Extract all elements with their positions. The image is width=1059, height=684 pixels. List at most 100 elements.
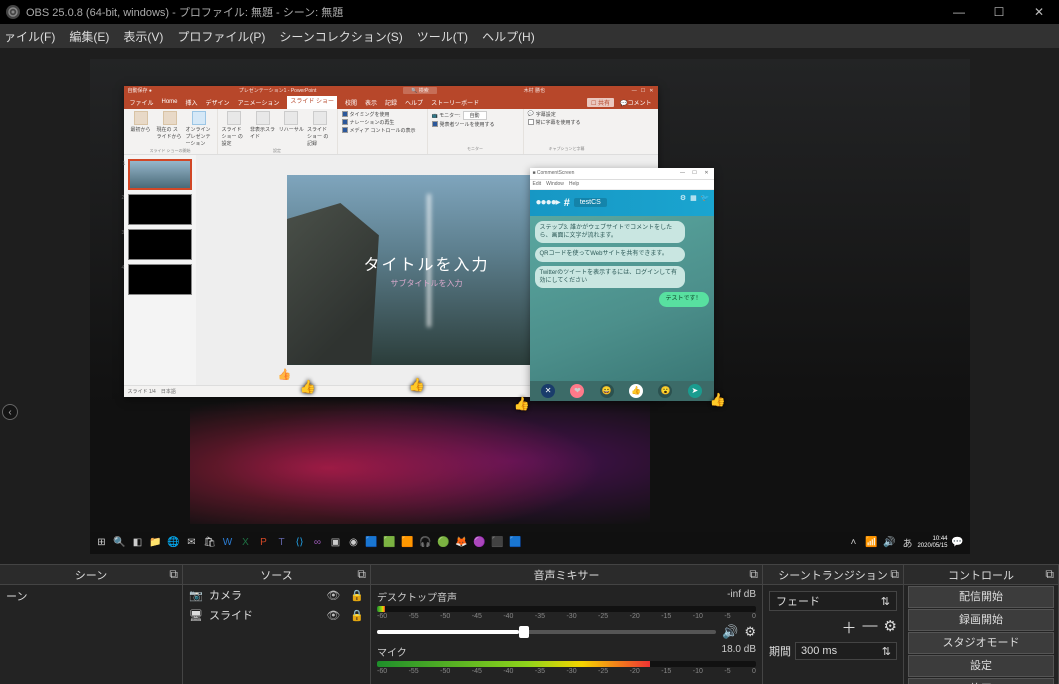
ppt-slide: タイトルを入力 サブタイトルを入力 (287, 175, 567, 365)
visibility-icon[interactable]: 👁 (326, 589, 340, 602)
source-slide-label: スライド (209, 607, 253, 623)
add-transition-button[interactable]: ＋ (842, 617, 857, 638)
tb-terminal-icon: ▣ (328, 535, 344, 551)
ppt-rbn-start-current: 現在の スライドから (157, 126, 183, 140)
menu-scenes[interactable]: シーンコレクション(S) (279, 28, 402, 45)
tb-app1-icon: 🟦 (364, 535, 380, 551)
ppt-share: ☐ 共有 (587, 98, 614, 107)
duration-input[interactable]: 300 ms⇅ (795, 642, 897, 660)
ppt-tab-slideshow: スライド ショー (287, 96, 337, 109)
ppt-rbn-online: オンライン プレゼンテーション (186, 126, 212, 147)
transition-select-label: フェード (776, 593, 820, 609)
tb-taskview-icon: ◧ (130, 535, 146, 551)
cs-hash-icon: # (564, 197, 570, 209)
cs-msg-2: QRコードを使ってWebサイトを共有できます。 (535, 247, 685, 261)
preview-canvas[interactable]: 自動保存 ● プレゼンテーション1 - PowerPoint 🔍 検索 木村 勝… (90, 59, 970, 554)
maximize-button[interactable]: ☐ (979, 0, 1019, 24)
panel-mixer: 音声ミキサー⧉ デスクトップ音声-inf dB -60-55-50-45-40-… (371, 565, 763, 684)
cs-gear-icon: ⚙ (680, 194, 686, 202)
tb-vs-icon: ∞ (310, 535, 326, 551)
source-row-camera[interactable]: 📷 カメラ 👁 🔒 (183, 585, 370, 605)
panel-sources: ソース ⧉ 📷 カメラ 👁 🔒 🖥 スライド 👁 🔒 (183, 565, 371, 684)
source-row-slide[interactable]: 🖥 スライド 👁 🔒 (183, 605, 370, 625)
scene-row-1[interactable]: ーン (0, 585, 182, 607)
windows-taskbar: ⊞ 🔍 ◧ 📁 🌐 ✉ 🛍 W X P T ⟨⟩ ∞ ▣ ◉ 🟦 🟩 🟧 🎧 � (90, 532, 970, 554)
dock-panels: シーン ⧉ ーン ソース ⧉ 📷 カメラ 👁 🔒 🖥 スライド 👁 🔒 音声ミキサー… (0, 564, 1059, 684)
tb-notif-icon: 💬 (950, 535, 966, 551)
mixer-desktop-slider[interactable] (377, 630, 716, 634)
ppt-chk-caption: 常に字幕を使用する (536, 119, 581, 126)
emoji-thumbsup-icon: 👍 (710, 392, 726, 408)
transition-settings-button[interactable]: ⚙ (884, 617, 897, 638)
remove-transition-button[interactable]: — (863, 617, 878, 638)
speaker-icon[interactable]: 🔊 (722, 624, 738, 640)
ppt-search: 🔍 検索 (403, 87, 437, 94)
cs-body: ステップ3. 誰かがウェブサイトでコメントをしたら、画面に文字が流れます。 QR… (530, 216, 714, 381)
close-button[interactable]: ✕ (1019, 0, 1059, 24)
ppt-tab-design: デザイン (206, 98, 230, 107)
ppt-tab-anim: アニメーション (238, 98, 280, 107)
ppt-rbn-rehearse: リハーサル (279, 126, 304, 133)
preview-scroll-left-button[interactable]: ‹ (2, 404, 18, 420)
ppt-tab-insert: 挿入 (186, 98, 198, 107)
panel-controls: コントロール⧉ 配信開始 録画開始 スタジオモード 設定 終了 (904, 565, 1059, 684)
exit-button[interactable]: 終了 (908, 678, 1054, 684)
menu-file[interactable]: ァイル(F) (4, 28, 55, 45)
popout-icon[interactable]: ⧉ (749, 567, 758, 582)
ppt-rbn-g1-label: スライド ショーの開始 (128, 148, 213, 154)
tb-sound-icon: 🔊 (881, 535, 897, 551)
menu-tools[interactable]: ツール(T) (417, 28, 468, 45)
mixer-ticks: -60-55-50-45-40-35-30-25-20-15-10-50 (377, 668, 756, 675)
menu-edit[interactable]: 編集(E) (69, 28, 109, 45)
cs-msg-3: Twitterのツイートを表示するには、ログインして有効にしてください (535, 266, 685, 289)
ppt-chk-timing: タイミングを使用 (350, 111, 390, 118)
cs-thumbsup-icon: 👍 (629, 384, 643, 398)
panel-sources-title: ソース (260, 567, 292, 583)
tb-mail-icon: ✉ (184, 535, 200, 551)
ppt-thumb-1 (128, 159, 192, 190)
studio-mode-button[interactable]: スタジオモード (908, 632, 1054, 654)
popout-icon[interactable]: ⧉ (890, 567, 899, 582)
camera-icon: 📷 (189, 589, 203, 602)
emoji-thumbsup-icon: 👍 (409, 377, 425, 393)
tb-app4-icon: 🟣 (472, 535, 488, 551)
popout-icon[interactable]: ⧉ (169, 567, 178, 582)
menu-profile[interactable]: プロファイル(P) (177, 28, 265, 45)
lock-icon[interactable]: 🔒 (350, 589, 364, 602)
ppt-ribbon-tabs: ファイル Home 挿入 デザイン アニメーション スライド ショー 校閲 表示… (124, 96, 658, 109)
panel-scenes-title: シーン (75, 567, 107, 583)
popout-icon[interactable]: ⧉ (1045, 567, 1054, 582)
emoji-thumbsup-icon: 👍 (300, 379, 316, 395)
menu-help[interactable]: ヘルプ(H) (482, 28, 535, 45)
tb-discord-icon: 🎧 (418, 535, 434, 551)
tb-ime-icon: あ (899, 535, 915, 551)
settings-button[interactable]: 設定 (908, 655, 1054, 677)
menu-view[interactable]: 表示(V) (123, 28, 163, 45)
ppt-tab-home: Home (162, 99, 178, 105)
ppt-chk-presenter: 発表者ツールを使用する (440, 121, 495, 128)
mixer-mic-meter (377, 661, 756, 667)
window-title: OBS 25.0.8 (64-bit, windows) - プロファイル: 無… (26, 4, 343, 20)
start-streaming-button[interactable]: 配信開始 (908, 586, 1054, 608)
gear-icon[interactable]: ⚙ (744, 624, 756, 640)
cs-laugh-icon: 😄 (600, 384, 614, 398)
mixer-desktop-db: -inf dB (727, 589, 756, 604)
titlebar: OBS 25.0.8 (64-bit, windows) - プロファイル: 無… (0, 0, 1059, 24)
ppt-chk-narration: ナレーションの再生 (350, 119, 395, 126)
tb-spotify-icon: 🟢 (436, 535, 452, 551)
chevron-updown-icon: ⇅ (881, 595, 890, 608)
ppt-tab-record: 記録 (385, 98, 397, 107)
start-recording-button[interactable]: 録画開始 (908, 609, 1054, 631)
mixer-mic-db: 18.0 dB (722, 644, 756, 659)
cs-msg-me: テストです！ (659, 292, 709, 306)
menubar: ァイル(F) 編集(E) 表示(V) プロファイル(P) シーンコレクション(S… (0, 24, 1059, 48)
popout-icon[interactable]: ⧉ (357, 567, 366, 582)
minimize-button[interactable]: — (939, 0, 979, 24)
transition-select[interactable]: フェード ⇅ (769, 591, 897, 611)
ppt-rbn-hide: 非表示スライド (250, 126, 276, 140)
ppt-caption-setting: 字幕設定 (536, 111, 556, 118)
visibility-icon[interactable]: 👁 (326, 609, 340, 622)
duration-value: 300 ms (801, 645, 837, 657)
ppt-slide-title: タイトルを入力 (363, 251, 489, 275)
lock-icon[interactable]: 🔒 (350, 609, 364, 622)
